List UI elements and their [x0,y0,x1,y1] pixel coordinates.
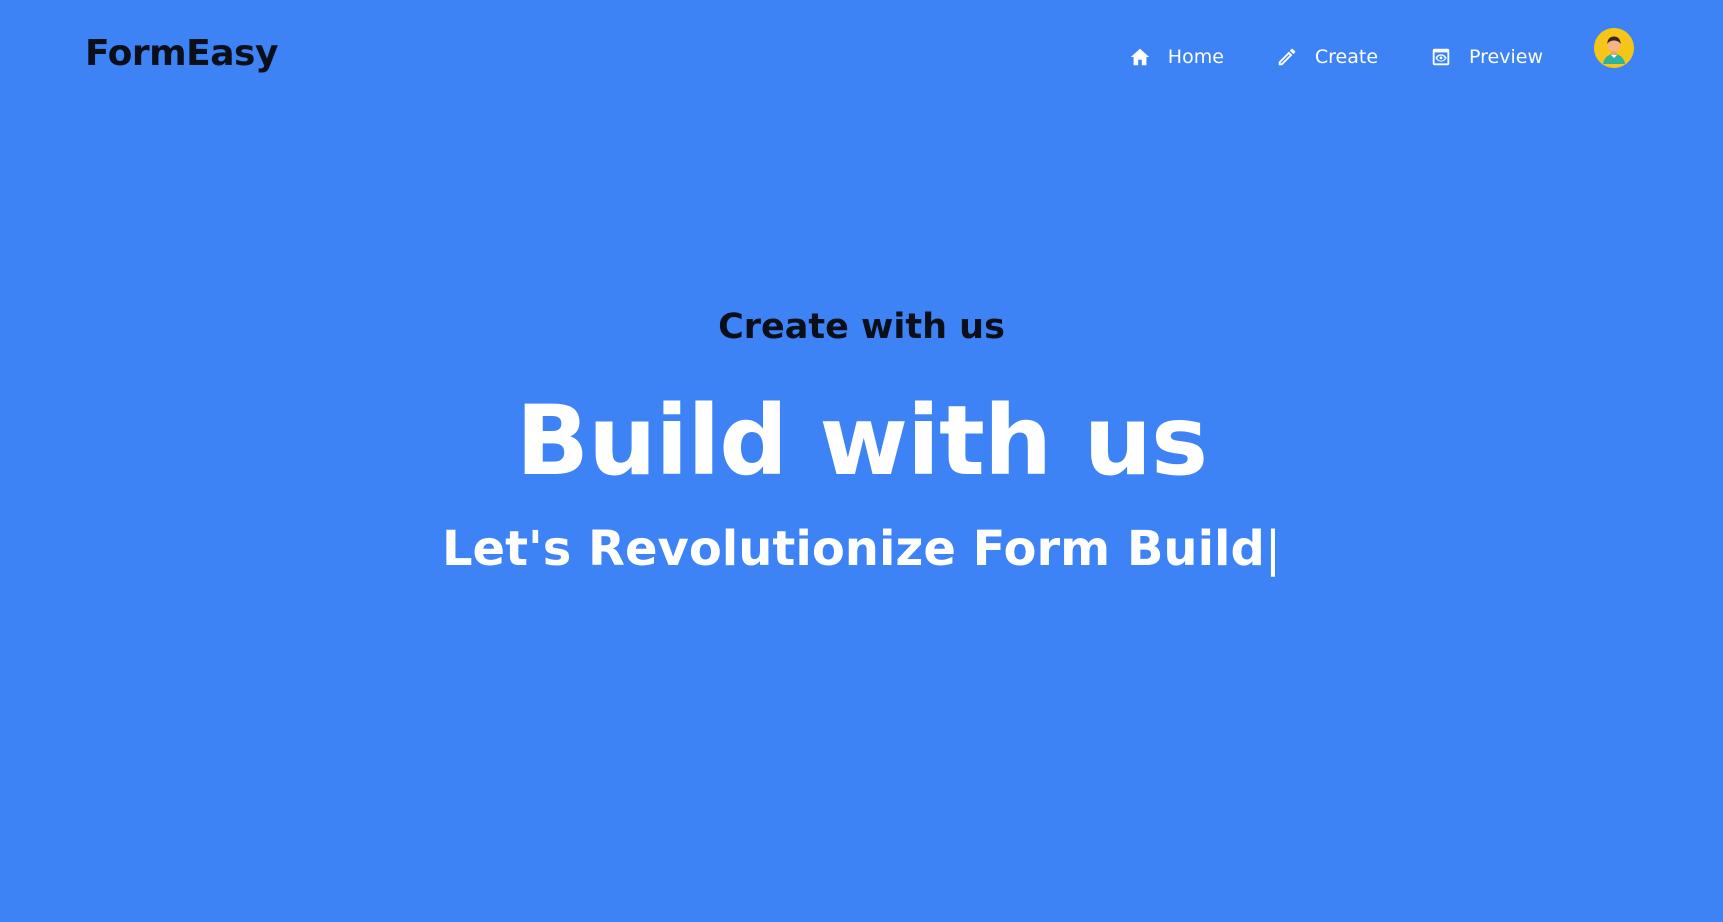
user-avatar-icon[interactable] [1594,28,1634,68]
brand-logo[interactable]: FormEasy [85,36,278,72]
preview-icon [1430,46,1452,68]
typing-cursor: | [1264,521,1282,577]
landing-page: FormEasy Home Create Preview Create with… [0,0,1723,922]
hero-typing-text: Let's Revolutionize Form Build| [0,525,1723,573]
home-icon [1129,46,1151,68]
navbar: FormEasy Home Create Preview [0,0,1723,120]
nav-create-label: Create [1314,45,1379,68]
hero-section: Create with us Build with us Let's Revol… [0,300,1723,574]
hero-kicker: Create with us [718,307,1005,347]
nav-home-label: Home [1167,45,1224,68]
nav-preview-label: Preview [1469,45,1543,68]
nav-home-link[interactable]: Home [1129,46,1224,68]
nav-links: Home Create Preview [1129,46,1543,68]
nav-preview-link[interactable]: Preview [1430,46,1543,68]
hero-title: Build with us [515,385,1208,497]
nav-create-link[interactable]: Create [1276,46,1378,68]
typing-text: Let's Revolutionize Form Build [441,521,1265,577]
pencil-icon [1276,46,1298,68]
